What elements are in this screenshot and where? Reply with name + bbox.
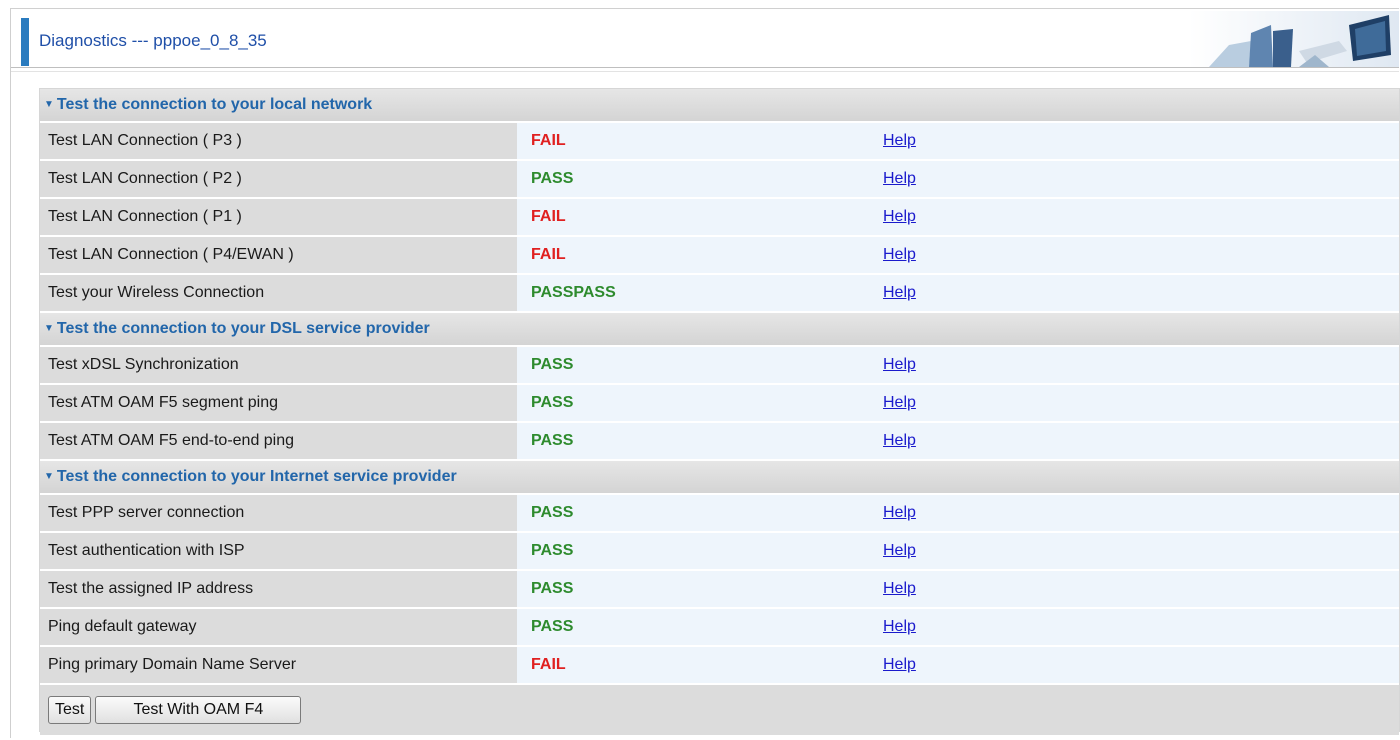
help-link[interactable]: Help <box>883 656 916 673</box>
section-title: Test the connection to your Internet ser… <box>56 468 457 485</box>
test-label: Ping default gateway <box>40 609 517 647</box>
test-row: Test ATM OAM F5 segment ping PASS Help <box>40 385 1399 423</box>
help-link[interactable]: Help <box>883 132 916 149</box>
page-frame: Diagnostics --- pppoe_0_8_35 ▼ Test the c… <box>10 8 1400 738</box>
help-cell: Help <box>867 275 1399 313</box>
section-title: Test the connection to your local networ… <box>56 96 373 113</box>
test-status: FAIL <box>517 647 867 685</box>
test-status: PASS <box>517 347 867 385</box>
help-link[interactable]: Help <box>883 504 916 521</box>
section-header-cell[interactable]: ▼ Test the connection to your DSL service… <box>40 313 1399 347</box>
test-row: Test LAN Connection ( P3 ) FAIL Help <box>40 123 1399 161</box>
test-status: PASS <box>517 533 867 571</box>
test-label: Test ATM OAM F5 end-to-end ping <box>40 423 517 461</box>
help-link[interactable]: Help <box>883 208 916 225</box>
test-status: PASS <box>517 571 867 609</box>
test-label: Test LAN Connection ( P3 ) <box>40 123 517 161</box>
test-label: Test your Wireless Connection <box>40 275 517 313</box>
section-header[interactable]: ▼ Test the connection to your local netwo… <box>40 89 1399 123</box>
test-label: Test LAN Connection ( P2 ) <box>40 161 517 199</box>
button-cell: Test Test With OAM F4 <box>40 685 1399 735</box>
test-row: Ping default gateway PASS Help <box>40 609 1399 647</box>
header-divider-light <box>11 71 1399 72</box>
help-cell: Help <box>867 347 1399 385</box>
test-label: Test PPP server connection <box>40 495 517 533</box>
test-row: Test LAN Connection ( P2 ) PASS Help <box>40 161 1399 199</box>
test-label: Test LAN Connection ( P4/EWAN ) <box>40 237 517 275</box>
help-link[interactable]: Help <box>883 580 916 597</box>
help-link[interactable]: Help <box>883 356 916 373</box>
diagnostics-panel: ▼ Test the connection to your local netwo… <box>39 88 1400 735</box>
test-label: Test xDSL Synchronization <box>40 347 517 385</box>
section-title: Test the connection to your DSL service … <box>56 320 430 337</box>
test-row: Test LAN Connection ( P4/EWAN ) FAIL Help <box>40 237 1399 275</box>
test-status: PASS <box>517 385 867 423</box>
header-accent-bar <box>21 18 29 66</box>
test-row: Test ATM OAM F5 end-to-end ping PASS Help <box>40 423 1399 461</box>
section-header-cell[interactable]: ▼ Test the connection to your local netwo… <box>40 89 1399 123</box>
page-title: Diagnostics --- pppoe_0_8_35 <box>39 31 267 50</box>
section-header[interactable]: ▼ Test the connection to your DSL service… <box>40 313 1399 347</box>
test-row: Ping primary Domain Name Server FAIL Help <box>40 647 1399 685</box>
triangle-down-icon[interactable]: ▼ <box>44 471 54 482</box>
help-cell: Help <box>867 609 1399 647</box>
test-row: Test PPP server connection PASS Help <box>40 495 1399 533</box>
test-row: Test xDSL Synchronization PASS Help <box>40 347 1399 385</box>
help-link[interactable]: Help <box>883 170 916 187</box>
test-label: Test LAN Connection ( P1 ) <box>40 199 517 237</box>
test-label: Ping primary Domain Name Server <box>40 647 517 685</box>
help-link[interactable]: Help <box>883 542 916 559</box>
help-cell: Help <box>867 385 1399 423</box>
diagnostics-table: ▼ Test the connection to your local netwo… <box>40 89 1399 735</box>
test-status: PASSPASS <box>517 275 867 313</box>
page-header: Diagnostics --- pppoe_0_8_35 <box>11 8 1399 72</box>
help-cell: Help <box>867 161 1399 199</box>
help-cell: Help <box>867 533 1399 571</box>
test-label: Test authentication with ISP <box>40 533 517 571</box>
section-header-cell[interactable]: ▼ Test the connection to your Internet se… <box>40 461 1399 495</box>
help-link[interactable]: Help <box>883 246 916 263</box>
test-label: Test the assigned IP address <box>40 571 517 609</box>
help-cell: Help <box>867 423 1399 461</box>
test-row: Test your Wireless Connection PASSPASS Hel… <box>40 275 1399 313</box>
test-row: Test LAN Connection ( P1 ) FAIL Help <box>40 199 1399 237</box>
button-row: Test Test With OAM F4 <box>40 685 1399 735</box>
test-status: PASS <box>517 609 867 647</box>
header-divider <box>11 67 1399 68</box>
test-label: Test ATM OAM F5 segment ping <box>40 385 517 423</box>
test-status: FAIL <box>517 199 867 237</box>
help-cell: Help <box>867 237 1399 275</box>
help-cell: Help <box>867 123 1399 161</box>
test-status: FAIL <box>517 237 867 275</box>
help-cell: Help <box>867 495 1399 533</box>
help-link[interactable]: Help <box>883 284 916 301</box>
help-cell: Help <box>867 647 1399 685</box>
help-cell: Help <box>867 571 1399 609</box>
test-button[interactable]: Test <box>48 696 92 724</box>
help-cell: Help <box>867 199 1399 237</box>
triangle-down-icon[interactable]: ▼ <box>44 323 54 334</box>
triangle-down-icon[interactable]: ▼ <box>44 99 54 110</box>
test-status: PASS <box>517 161 867 199</box>
header-logo <box>1189 11 1399 67</box>
help-link[interactable]: Help <box>883 618 916 635</box>
test-status: FAIL <box>517 123 867 161</box>
help-link[interactable]: Help <box>883 394 916 411</box>
test-with-oam-f4-button[interactable]: Test With OAM F4 <box>95 696 302 724</box>
test-status: PASS <box>517 423 867 461</box>
help-link[interactable]: Help <box>883 432 916 449</box>
test-status: PASS <box>517 495 867 533</box>
test-row: Test authentication with ISP PASS Help <box>40 533 1399 571</box>
section-header[interactable]: ▼ Test the connection to your Internet se… <box>40 461 1399 495</box>
test-row: Test the assigned IP address PASS Help <box>40 571 1399 609</box>
